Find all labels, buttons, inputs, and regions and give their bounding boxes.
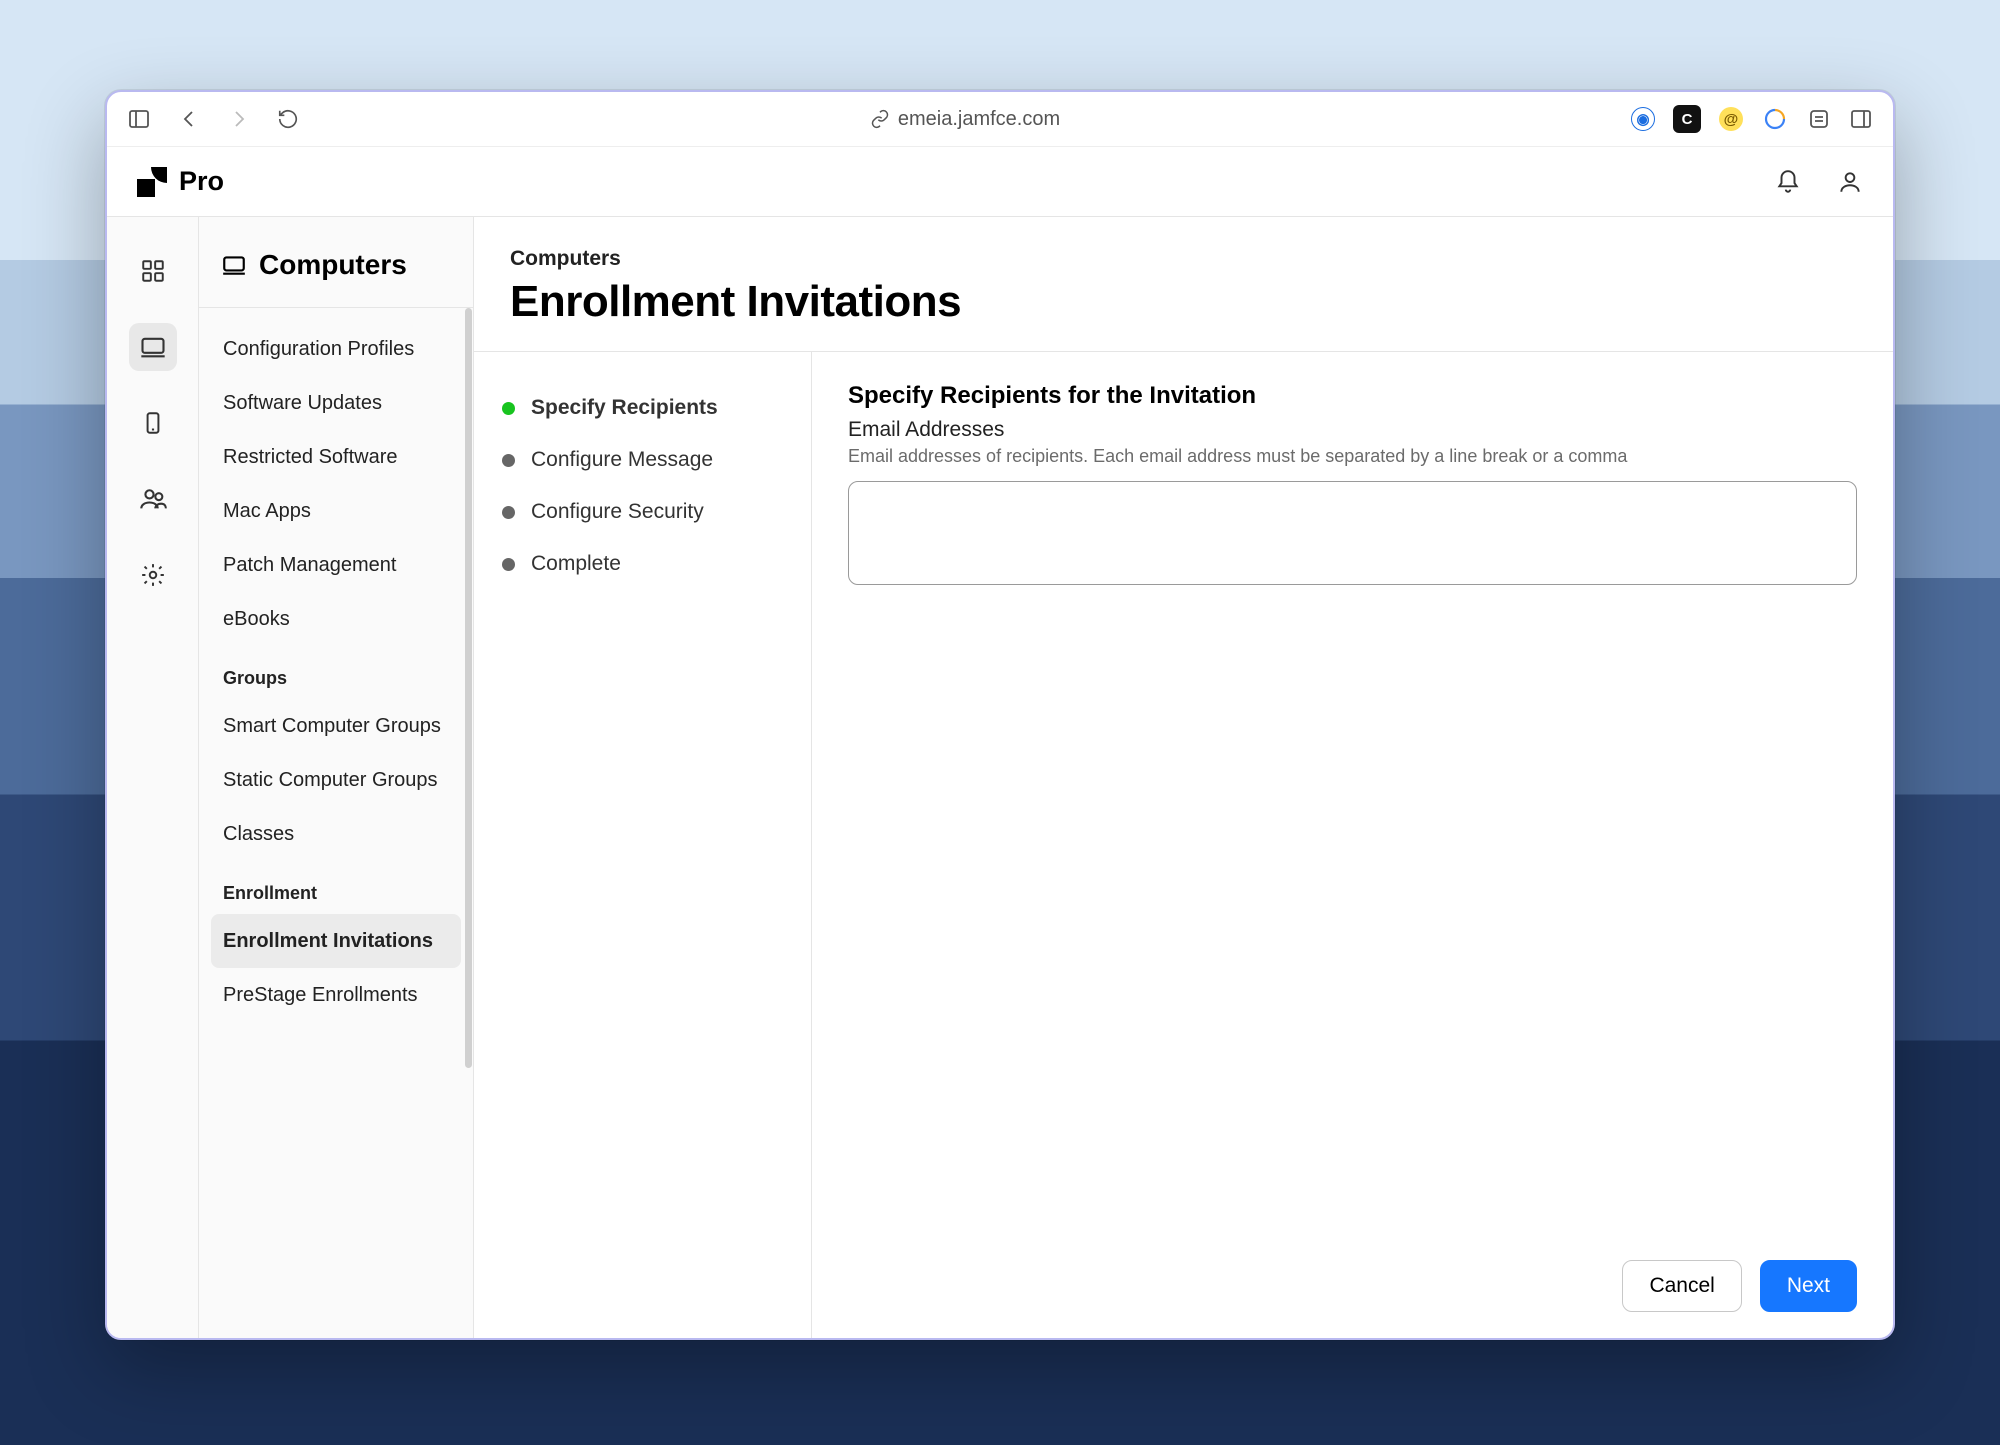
step-specify-recipients[interactable]: Specify Recipients bbox=[502, 382, 783, 434]
sidebar-item-static-computer-groups[interactable]: Static Computer Groups bbox=[211, 753, 461, 807]
step-dot-icon bbox=[502, 454, 515, 467]
sidebar-toggle-icon[interactable] bbox=[127, 107, 151, 131]
page-title: Enrollment Invitations bbox=[510, 277, 1857, 327]
breadcrumb[interactable]: Computers bbox=[510, 247, 1857, 271]
user-icon[interactable] bbox=[1837, 169, 1863, 195]
sidebar-title: Computers bbox=[199, 217, 473, 308]
reload-icon[interactable] bbox=[277, 108, 299, 130]
rail-settings[interactable] bbox=[129, 551, 177, 599]
content: Computers Enrollment Invitations Specify… bbox=[474, 217, 1893, 1338]
sidebar-item-restricted-software[interactable]: Restricted Software bbox=[211, 430, 461, 484]
form-help-text: Email addresses of recipients. Each emai… bbox=[848, 446, 1857, 467]
form-heading: Specify Recipients for the Invitation bbox=[848, 382, 1857, 410]
notifications-icon[interactable] bbox=[1775, 169, 1801, 195]
sidebar-title-text: Computers bbox=[259, 249, 407, 281]
browser-toolbar: emeia.jamfce.com ◉ C @ bbox=[107, 92, 1893, 147]
rail-computers[interactable] bbox=[129, 323, 177, 371]
app-brand[interactable]: Pro bbox=[137, 166, 224, 197]
sidebar-item-software-updates[interactable]: Software Updates bbox=[211, 376, 461, 430]
app-logo-icon bbox=[137, 167, 167, 197]
url-text[interactable]: emeia.jamfce.com bbox=[898, 108, 1060, 131]
extension-icon-2[interactable]: C bbox=[1673, 105, 1701, 133]
link-icon bbox=[870, 109, 890, 129]
form-label-email: Email Addresses bbox=[848, 418, 1857, 442]
back-icon[interactable] bbox=[177, 107, 201, 131]
browser-window: emeia.jamfce.com ◉ C @ Pro bbox=[105, 90, 1895, 1340]
next-button[interactable]: Next bbox=[1760, 1260, 1857, 1312]
extension-icon-5[interactable] bbox=[1807, 107, 1831, 131]
wizard-steps: Specify Recipients Configure Message Con… bbox=[474, 352, 812, 1338]
app-header: Pro bbox=[107, 147, 1893, 217]
email-addresses-input[interactable] bbox=[848, 481, 1857, 585]
step-label: Configure Message bbox=[531, 448, 713, 472]
panel-toggle-icon[interactable] bbox=[1849, 107, 1873, 131]
extension-icon-3[interactable]: @ bbox=[1719, 107, 1743, 131]
sidebar-item-patch-management[interactable]: Patch Management bbox=[211, 538, 461, 592]
sidebar-item-prestage-enrollments[interactable]: PreStage Enrollments bbox=[211, 968, 461, 1022]
step-configure-security[interactable]: Configure Security bbox=[502, 486, 783, 538]
scrollbar[interactable] bbox=[465, 308, 472, 1068]
step-configure-message[interactable]: Configure Message bbox=[502, 434, 783, 486]
forward-icon[interactable] bbox=[227, 107, 251, 131]
rail-dashboard[interactable] bbox=[129, 247, 177, 295]
sidebar: Computers Configuration Profiles Softwar… bbox=[199, 217, 474, 1338]
step-dot-icon bbox=[502, 402, 515, 415]
step-label: Configure Security bbox=[531, 500, 704, 524]
step-dot-icon bbox=[502, 558, 515, 571]
sidebar-section-groups: Groups bbox=[211, 646, 461, 699]
footer-actions: Cancel Next bbox=[474, 1240, 1893, 1338]
step-label: Specify Recipients bbox=[531, 396, 718, 420]
sidebar-item-smart-computer-groups[interactable]: Smart Computer Groups bbox=[211, 699, 461, 753]
sidebar-item-configuration-profiles[interactable]: Configuration Profiles bbox=[211, 322, 461, 376]
sidebar-item-ebooks[interactable]: eBooks bbox=[211, 592, 461, 646]
sidebar-section-enrollment: Enrollment bbox=[211, 861, 461, 914]
brand-text: Pro bbox=[179, 166, 224, 197]
sidebar-item-mac-apps[interactable]: Mac Apps bbox=[211, 484, 461, 538]
step-label: Complete bbox=[531, 552, 621, 576]
extension-icon-4[interactable] bbox=[1761, 105, 1789, 133]
cancel-button[interactable]: Cancel bbox=[1622, 1260, 1741, 1312]
sidebar-item-classes[interactable]: Classes bbox=[211, 807, 461, 861]
sidebar-item-enrollment-invitations[interactable]: Enrollment Invitations bbox=[211, 914, 461, 968]
rail-users[interactable] bbox=[129, 475, 177, 523]
extension-icon-1[interactable]: ◉ bbox=[1631, 107, 1655, 131]
rail-devices[interactable] bbox=[129, 399, 177, 447]
step-complete[interactable]: Complete bbox=[502, 538, 783, 590]
step-dot-icon bbox=[502, 506, 515, 519]
nav-rail bbox=[107, 217, 199, 1338]
